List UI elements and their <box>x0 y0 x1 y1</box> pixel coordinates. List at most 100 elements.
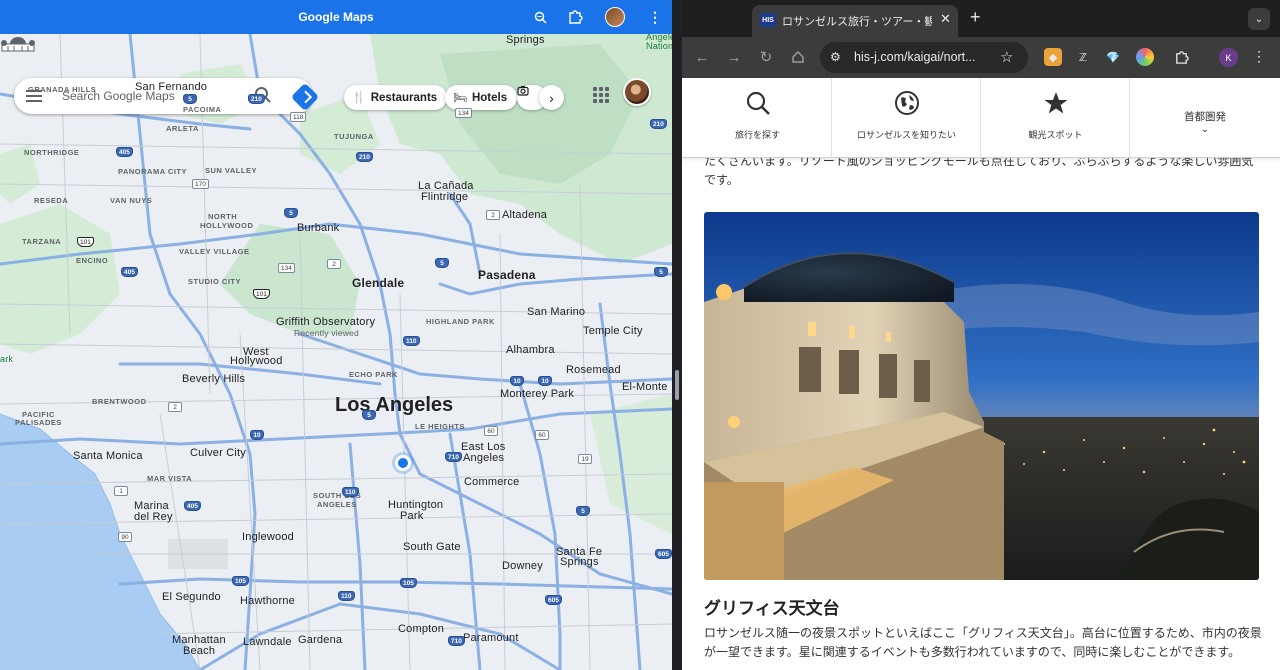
tab-close-icon[interactable]: ✕ <box>940 11 951 27</box>
extension-gem-icon[interactable]: 💎 <box>1104 48 1122 66</box>
map-label-encino[interactable]: ENCINO <box>76 256 108 265</box>
map-label-pacoima[interactable]: PACOIMA <box>183 105 221 114</box>
map-label-west-hollywood-2[interactable]: Hollywood <box>230 355 283 367</box>
map-label-pacific-palisades-2[interactable]: PALISADES <box>15 418 62 427</box>
home-icon[interactable] <box>788 47 808 67</box>
map-label-el-monte[interactable]: El-Monte <box>622 381 668 393</box>
map-label-monterey-park[interactable]: Monterey Park <box>500 388 574 400</box>
map-label-temple-city[interactable]: Temple City <box>583 325 643 337</box>
map-label-mar-vista[interactable]: MAR VISTA <box>147 474 192 483</box>
map-label-north-hollywood-1[interactable]: NORTH <box>208 212 237 221</box>
bed-icon: 🛏 <box>453 92 467 104</box>
map-label-panorama-city[interactable]: PANORAMA CITY <box>118 167 187 176</box>
map-label-paramount[interactable]: Paramount <box>463 632 519 644</box>
map-label-gardena[interactable]: Gardena <box>298 634 342 646</box>
observatory-icon[interactable] <box>0 34 36 52</box>
map-label-compton[interactable]: Compton <box>398 623 444 635</box>
map-label-manhattan-beach-2[interactable]: Beach <box>183 645 215 657</box>
extension-diamond-icon[interactable]: ◆ <box>1044 48 1062 66</box>
map-label-south-la-2[interactable]: ANGELES <box>317 500 357 509</box>
chrome-menu-icon[interactable]: ⋮ <box>1252 48 1266 65</box>
route-shield: 210 <box>650 119 667 129</box>
map-label-granada-hills[interactable]: GRANADA HILLS <box>28 85 96 94</box>
url-text[interactable]: his-j.com/kaigai/nort... <box>854 50 988 64</box>
map-label-santa-fe-2[interactable]: Springs <box>560 556 599 568</box>
map-label-san-marino[interactable]: San Marino <box>527 306 585 318</box>
chips-next-button[interactable]: › <box>539 85 564 110</box>
reload-icon[interactable]: ↻ <box>756 47 776 67</box>
map-label-boyle-heights[interactable]: LE HEIGHTS <box>415 422 465 431</box>
map-label-san-fernando[interactable]: San Fernando <box>135 81 207 93</box>
route-shield: 5 <box>183 94 197 104</box>
google-apps-icon[interactable] <box>593 87 609 103</box>
map-label-downey[interactable]: Downey <box>502 560 543 572</box>
map-label-sun-valley[interactable]: SUN VALLEY <box>205 166 257 175</box>
extension-puzzle-icon[interactable] <box>565 7 585 27</box>
restaurants-chip[interactable]: 🍴 Restaurants <box>344 85 448 110</box>
nav-sightseeing[interactable]: 観光スポット <box>982 78 1130 158</box>
map-label-culver-city[interactable]: Culver City <box>190 447 246 459</box>
map-label-echo-park[interactable]: ECHO PARK <box>349 370 398 379</box>
map-label-commerce[interactable]: Commerce <box>464 476 519 488</box>
map-label-beverly-hills[interactable]: Beverly Hills <box>182 373 245 385</box>
extensions-puzzle-icon[interactable] <box>1172 48 1190 66</box>
map-label-van-nuys[interactable]: VAN NUYS <box>110 196 152 205</box>
route-shield: 605 <box>655 549 672 559</box>
map-label-marina-2[interactable]: del Rey <box>134 511 173 523</box>
address-bar[interactable]: ⚙ his-j.com/kaigai/nort... ☆ <box>820 42 1028 73</box>
map-label-springs[interactable]: Springs <box>506 34 545 46</box>
map-label-santa-monica[interactable]: Santa Monica <box>73 450 143 462</box>
back-arrow-icon[interactable]: ← <box>692 47 712 67</box>
map-label-tujunga[interactable]: TUJUNGA <box>334 132 374 141</box>
map-label-el-segundo[interactable]: El Segundo <box>162 591 221 603</box>
map-label-rosemead[interactable]: Rosemead <box>566 364 621 376</box>
map-label-huntington-park-2[interactable]: Park <box>400 510 423 522</box>
extension-globe-icon[interactable] <box>1136 48 1154 66</box>
map-label-glendale[interactable]: Glendale <box>352 276 404 290</box>
new-tab-plus-icon[interactable]: + <box>970 7 981 28</box>
map-label-valley-village[interactable]: VALLEY VILLAGE <box>179 247 249 256</box>
tab-search-chevron-icon[interactable]: ⌄ <box>1248 8 1270 30</box>
hotels-chip-label: Hotels <box>471 91 508 104</box>
tab-his-los-angeles[interactable]: HIS ロサンゼルス旅行・ツアー・観光 ✕ <box>752 5 958 37</box>
hotels-chip[interactable]: 🛏 Hotels <box>445 85 518 110</box>
map-label-inglewood[interactable]: Inglewood <box>242 531 294 543</box>
nav-departure-select[interactable]: 首都圏発 ⌄ <box>1131 78 1279 158</box>
map-label-arleta[interactable]: ARLETA <box>166 124 199 133</box>
map-label-northridge[interactable]: NORTHRIDGE <box>24 148 79 157</box>
nav-about-la[interactable]: ロサンゼルスを知りたい <box>833 78 981 158</box>
map-label-angeles-forest-2[interactable]: National <box>646 41 672 51</box>
map-label-tarzana[interactable]: TARZANA <box>22 237 61 246</box>
map-label-brentwood[interactable]: BRENTWOOD <box>92 397 147 406</box>
split-divider[interactable] <box>672 0 682 670</box>
map-label-los-angeles[interactable]: Los Angeles <box>335 394 453 417</box>
map-label-studio-city[interactable]: STUDIO CITY <box>188 277 241 286</box>
map-label-la-canada-2[interactable]: Flintridge <box>421 191 468 203</box>
map-label-altadena[interactable]: Altadena <box>502 209 547 221</box>
map-label-burbank[interactable]: Burbank <box>297 222 339 234</box>
map-label-griffith-observatory[interactable]: Griffith Observatory <box>276 316 375 328</box>
site-settings-icon[interactable]: ⚙ <box>830 50 841 64</box>
map-label-east-la-2[interactable]: Angeles <box>463 452 504 464</box>
bookmark-star-icon[interactable]: ☆ <box>1000 48 1013 66</box>
more-vertical-icon[interactable]: ⋮ <box>645 7 665 27</box>
map-label-hawthorne[interactable]: Hawthorne <box>240 595 295 607</box>
map-label-alhambra[interactable]: Alhambra <box>506 344 555 356</box>
map-label-highland-park[interactable]: HIGHLAND PARK <box>426 317 495 326</box>
map-canvas[interactable]: 🍴 Restaurants 🛏 Hotels › Los Angeles Gle… <box>0 34 672 670</box>
zoom-icon[interactable] <box>530 7 550 27</box>
map-label-ark[interactable]: ark <box>0 354 13 364</box>
account-avatar[interactable] <box>623 78 651 106</box>
nav-search-trips[interactable]: 旅行を探す <box>684 78 832 158</box>
profile-avatar[interactable] <box>605 7 625 27</box>
map-label-reseda[interactable]: RESEDA <box>34 196 68 205</box>
map-label-pasadena[interactable]: Pasadena <box>478 268 536 282</box>
map-label-south-gate[interactable]: South Gate <box>403 541 461 553</box>
extension-z-icon[interactable]: ℤ <box>1074 48 1092 66</box>
forward-arrow-icon[interactable]: → <box>724 47 744 67</box>
divider-grip[interactable] <box>675 370 679 400</box>
current-location-marker[interactable] <box>395 455 411 471</box>
profile-avatar-k[interactable]: K <box>1219 48 1238 67</box>
map-label-lawndale[interactable]: Lawndale <box>243 636 292 648</box>
map-label-north-hollywood-2[interactable]: HOLLYWOOD <box>200 221 253 230</box>
